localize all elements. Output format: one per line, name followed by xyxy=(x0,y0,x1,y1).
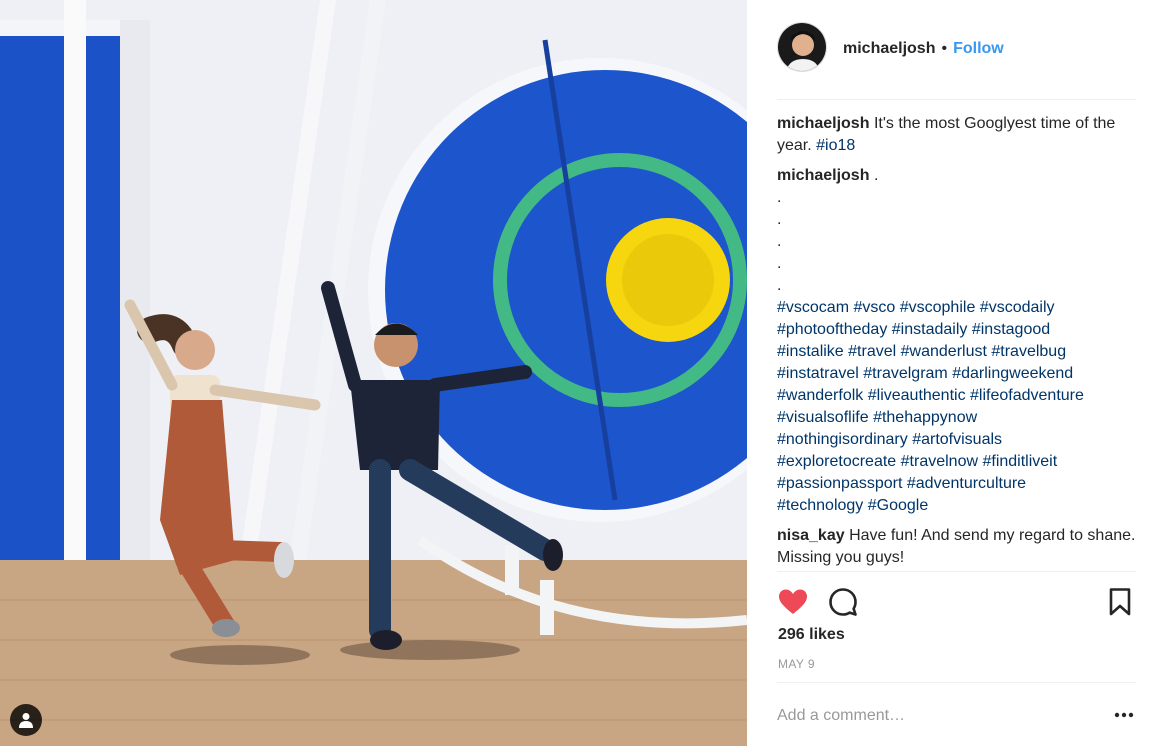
header-separator: • xyxy=(941,40,948,57)
post-side-panel: michaeljosh • Follow michaeljosh It's th… xyxy=(747,0,1163,746)
photo-illustration xyxy=(0,0,747,746)
hashtag-line: #exploretocreate #travelnow #finditlivei… xyxy=(777,451,1136,473)
hashtag-link[interactable]: #Google xyxy=(868,497,929,514)
hashtag-line: #passionpassport #adventurculture xyxy=(777,473,1136,495)
post-actions: 296 likes MAY 9 xyxy=(777,571,1136,681)
comment-username[interactable]: nisa_kay xyxy=(777,527,845,544)
dot-line: . xyxy=(777,277,782,294)
hashtag-link[interactable]: #io18 xyxy=(816,137,855,154)
hashtag-link[interactable]: #vscocam xyxy=(777,299,849,316)
author-username[interactable]: michaeljosh xyxy=(843,40,935,58)
hashtag-link[interactable]: #instalike xyxy=(777,343,844,360)
hashtag-line: #photooftheday #instadaily #instagood xyxy=(777,319,1136,341)
user-tag-button[interactable] xyxy=(10,704,42,736)
hashtag-link[interactable]: #wanderfolk xyxy=(777,387,863,404)
hashtag-block: #vscocam #vsco #vscophile #vscodaily #ph… xyxy=(777,297,1136,517)
hashtag-link[interactable]: #lifeofadventure xyxy=(970,387,1084,404)
hashtag-comment: michaeljosh . . . . . . #vscocam #vsco #… xyxy=(777,165,1136,517)
hashtag-line: #instalike #travel #wanderlust #travelbu… xyxy=(777,341,1136,363)
hashtag-link[interactable]: #wanderlust xyxy=(901,343,987,360)
user-comment: nisa_kay Have fun! And send my regard to… xyxy=(777,525,1136,569)
caption-comment: michaeljosh It's the most Googlyest time… xyxy=(777,113,1136,157)
comment-button[interactable] xyxy=(827,586,859,618)
hashtag-link[interactable]: #passionpassport xyxy=(777,475,902,492)
hashtag-link[interactable]: #adventurculture xyxy=(907,475,1026,492)
dot-line: . xyxy=(777,233,782,250)
hashtag-link[interactable]: #vscodaily xyxy=(980,299,1055,316)
hashtag-link[interactable]: #darlingweekend xyxy=(952,365,1073,382)
hashtag-link[interactable]: #finditliveit xyxy=(982,453,1057,470)
comment-text: . xyxy=(873,167,879,184)
post-header: michaeljosh • Follow xyxy=(777,22,1136,100)
post-date: MAY 9 xyxy=(778,657,815,671)
hashtag-line: #visualsoflife #thehappynow xyxy=(777,407,1136,429)
comment-username[interactable]: michaeljosh xyxy=(777,115,869,132)
likes-count[interactable]: 296 likes xyxy=(778,626,845,644)
post-photo[interactable] xyxy=(0,0,747,746)
save-button[interactable] xyxy=(1104,586,1136,618)
hashtag-link[interactable]: #artofvisuals xyxy=(912,431,1002,448)
comment-icon xyxy=(829,588,857,616)
hashtag-line: #vscocam #vsco #vscophile #vscodaily xyxy=(777,297,1136,319)
hashtag-link[interactable]: #instagood xyxy=(972,321,1050,338)
hashtag-line: #technology #Google xyxy=(777,495,1136,517)
dot-line: . xyxy=(777,189,782,206)
hashtag-line: #nothingisordinary #artofvisuals xyxy=(777,429,1136,451)
comment-input[interactable] xyxy=(777,701,1087,731)
comment-username[interactable]: michaeljosh xyxy=(777,167,869,184)
follow-button[interactable]: Follow xyxy=(953,40,1004,58)
hashtag-line: #instatravel #travelgram #darlingweekend xyxy=(777,363,1136,385)
hashtag-link[interactable]: #instatravel xyxy=(777,365,859,382)
hashtag-link[interactable]: #technology xyxy=(777,497,863,514)
hashtag-line: #wanderfolk #liveauthentic #lifeofadvent… xyxy=(777,385,1136,407)
add-comment-section xyxy=(777,682,1136,746)
hashtag-link[interactable]: #travelgram xyxy=(863,365,947,382)
dot-line: . xyxy=(777,255,782,272)
hashtag-link[interactable]: #travelnow xyxy=(901,453,978,470)
hashtag-link[interactable]: #liveauthentic xyxy=(868,387,966,404)
hashtag-link[interactable]: #vscophile xyxy=(900,299,976,316)
avatar[interactable] xyxy=(777,22,827,72)
more-horizontal-icon xyxy=(1114,712,1134,718)
hashtag-link[interactable]: #exploretocreate xyxy=(777,453,896,470)
comments-list: michaeljosh It's the most Googlyest time… xyxy=(777,113,1136,569)
avatar-image xyxy=(778,23,826,71)
hashtag-link[interactable]: #travelbug xyxy=(991,343,1066,360)
hashtag-link[interactable]: #nothingisordinary xyxy=(777,431,908,448)
bookmark-icon xyxy=(1109,588,1131,616)
hashtag-link[interactable]: #photooftheday xyxy=(777,321,887,338)
more-options-button[interactable] xyxy=(1112,707,1136,723)
person-icon xyxy=(19,713,33,728)
hashtag-link[interactable]: #travel xyxy=(848,343,896,360)
hashtag-link[interactable]: #thehappynow xyxy=(873,409,977,426)
dot-line: . xyxy=(777,211,782,228)
hashtag-link[interactable]: #vsco xyxy=(853,299,895,316)
heart-filled-icon xyxy=(779,589,807,614)
like-button[interactable] xyxy=(777,586,809,618)
hashtag-link[interactable]: #instadaily xyxy=(892,321,968,338)
hashtag-link[interactable]: #visualsoflife xyxy=(777,409,869,426)
